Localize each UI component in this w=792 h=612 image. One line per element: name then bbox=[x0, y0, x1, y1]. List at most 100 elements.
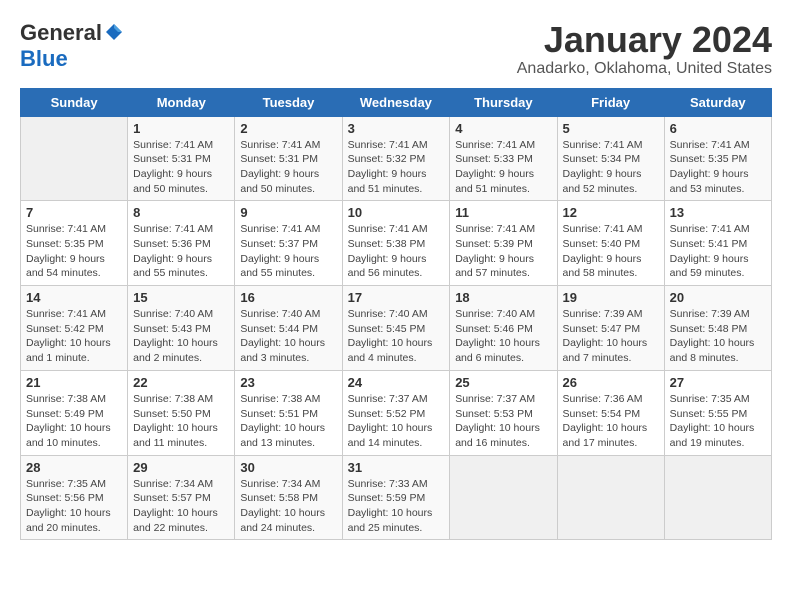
day-info: Sunrise: 7:41 AMSunset: 5:37 PMDaylight:… bbox=[240, 222, 336, 281]
day-info-line: Sunset: 5:46 PM bbox=[455, 322, 551, 337]
day-number: 14 bbox=[26, 290, 122, 305]
day-info-line: Daylight: 9 hours bbox=[563, 167, 659, 182]
day-info-line: Daylight: 10 hours bbox=[455, 421, 551, 436]
day-info-line: Daylight: 9 hours bbox=[563, 252, 659, 267]
day-number: 9 bbox=[240, 205, 336, 220]
logo-general: General bbox=[20, 20, 102, 46]
day-cell: 16 Sunrise: 7:40 AMSunset: 5:44 PMDayligh… bbox=[235, 286, 342, 371]
day-cell bbox=[21, 116, 128, 201]
day-cell: 28Sunrise: 7:35 AMSunset: 5:56 PMDayligh… bbox=[21, 455, 128, 540]
day-info-line: and 50 minutes. bbox=[133, 182, 229, 197]
day-info-line: Sunrise: 7:41 AM bbox=[563, 138, 659, 153]
day-info: Sunrise: 7:41 AMSunset: 5:40 PMDaylight:… bbox=[563, 222, 659, 281]
week-row-3: 14Sunrise: 7:41 AMSunset: 5:42 PMDayligh… bbox=[21, 286, 772, 371]
day-cell: 11Sunrise: 7:41 AMSunset: 5:39 PMDayligh… bbox=[450, 201, 557, 286]
day-info-line: Daylight: 9 hours bbox=[348, 252, 445, 267]
week-row-2: 7Sunrise: 7:41 AMSunset: 5:35 PMDaylight… bbox=[21, 201, 772, 286]
day-info: Sunrise: 7:41 AMSunset: 5:33 PMDaylight:… bbox=[455, 138, 551, 197]
day-info-line: Sunrise: 7:34 AM bbox=[240, 477, 336, 492]
day-info-line: Sunrise: 7:38 AM bbox=[240, 392, 336, 407]
day-info-line: Sunrise: 7:34 AM bbox=[133, 477, 229, 492]
day-info-line: and 1 minute. bbox=[26, 351, 122, 366]
day-number: 20 bbox=[670, 290, 766, 305]
day-info-line: and 16 minutes. bbox=[455, 436, 551, 451]
day-info-line: Daylight: 10 hours bbox=[348, 336, 445, 351]
day-number: 10 bbox=[348, 205, 445, 220]
col-header-tuesday: Tuesday bbox=[235, 88, 342, 116]
calendar-table: SundayMondayTuesdayWednesdayThursdayFrid… bbox=[20, 88, 772, 541]
day-info: Sunrise: 7:40 AMSunset: 5:44 PMDaylight:… bbox=[240, 307, 336, 366]
day-info: Sunrise: 7:41 AMSunset: 5:38 PMDaylight:… bbox=[348, 222, 445, 281]
day-cell: 8Sunrise: 7:41 AMSunset: 5:36 PMDaylight… bbox=[128, 201, 235, 286]
day-info-line: Daylight: 10 hours bbox=[563, 421, 659, 436]
week-row-1: 1Sunrise: 7:41 AMSunset: 5:31 PMDaylight… bbox=[21, 116, 772, 201]
day-number: 24 bbox=[348, 375, 445, 390]
day-info-line: and 55 minutes. bbox=[240, 266, 336, 281]
logo-blue: Blue bbox=[20, 46, 68, 72]
day-info-line: Daylight: 10 hours bbox=[348, 421, 445, 436]
day-info-line: Sunrise: 7:41 AM bbox=[348, 222, 445, 237]
day-info-line: Daylight: 9 hours bbox=[670, 252, 766, 267]
day-info-line: Daylight: 9 hours bbox=[348, 167, 445, 182]
day-info-line: Daylight: 10 hours bbox=[26, 421, 122, 436]
day-info-line: Sunrise: 7:39 AM bbox=[670, 307, 766, 322]
day-info-line: and 58 minutes. bbox=[563, 266, 659, 281]
day-info-line: Daylight: 10 hours bbox=[455, 336, 551, 351]
day-cell: 25Sunrise: 7:37 AMSunset: 5:53 PMDayligh… bbox=[450, 370, 557, 455]
title-area: January 2024 Anadarko, Oklahoma, United … bbox=[517, 20, 772, 78]
day-info-line: Daylight: 10 hours bbox=[133, 336, 229, 351]
day-info-line: Sunrise: 7:33 AM bbox=[348, 477, 445, 492]
day-cell: 30Sunrise: 7:34 AMSunset: 5:58 PMDayligh… bbox=[235, 455, 342, 540]
day-info: Sunrise: 7:33 AMSunset: 5:59 PMDaylight:… bbox=[348, 477, 445, 536]
day-info-line: Sunset: 5:33 PM bbox=[455, 152, 551, 167]
day-info-line: Sunset: 5:40 PM bbox=[563, 237, 659, 252]
day-info: Sunrise: 7:37 AMSunset: 5:52 PMDaylight:… bbox=[348, 392, 445, 451]
day-info-line: Daylight: 10 hours bbox=[348, 506, 445, 521]
day-number: 30 bbox=[240, 460, 336, 475]
day-info-line: Sunrise: 7:40 AM bbox=[240, 307, 336, 322]
day-info-line: Sunrise: 7:40 AM bbox=[133, 307, 229, 322]
day-info-line: Sunset: 5:53 PM bbox=[455, 407, 551, 422]
day-number: 5 bbox=[563, 121, 659, 136]
day-number: 16 bbox=[240, 290, 336, 305]
day-number: 31 bbox=[348, 460, 445, 475]
day-info-line: and 25 minutes. bbox=[348, 521, 445, 536]
day-info: Sunrise: 7:41 AMSunset: 5:35 PMDaylight:… bbox=[26, 222, 122, 281]
day-info-line: Sunset: 5:54 PM bbox=[563, 407, 659, 422]
day-info-line: Sunrise: 7:41 AM bbox=[26, 307, 122, 322]
day-number: 11 bbox=[455, 205, 551, 220]
day-info-line: Daylight: 10 hours bbox=[26, 336, 122, 351]
day-info-line: Sunrise: 7:41 AM bbox=[563, 222, 659, 237]
day-info-line: Sunset: 5:39 PM bbox=[455, 237, 551, 252]
day-info-line: Daylight: 10 hours bbox=[240, 336, 336, 351]
day-cell bbox=[664, 455, 771, 540]
day-info-line: Sunrise: 7:40 AM bbox=[348, 307, 445, 322]
day-info-line: and 54 minutes. bbox=[26, 266, 122, 281]
day-info-line: Sunset: 5:57 PM bbox=[133, 491, 229, 506]
day-cell: 3Sunrise: 7:41 AMSunset: 5:32 PMDaylight… bbox=[342, 116, 450, 201]
day-info-line: and 55 minutes. bbox=[133, 266, 229, 281]
day-cell: 6Sunrise: 7:41 AMSunset: 5:35 PMDaylight… bbox=[664, 116, 771, 201]
day-number: 1 bbox=[133, 121, 229, 136]
day-cell: 22Sunrise: 7:38 AMSunset: 5:50 PMDayligh… bbox=[128, 370, 235, 455]
day-info-line: and 24 minutes. bbox=[240, 521, 336, 536]
day-info-line: Sunset: 5:38 PM bbox=[348, 237, 445, 252]
calendar-body: 1Sunrise: 7:41 AMSunset: 5:31 PMDaylight… bbox=[21, 116, 772, 540]
day-info-line: Daylight: 10 hours bbox=[670, 336, 766, 351]
day-info-line: and 14 minutes. bbox=[348, 436, 445, 451]
day-info: Sunrise: 7:38 AMSunset: 5:50 PMDaylight:… bbox=[133, 392, 229, 451]
day-info-line: and 7 minutes. bbox=[563, 351, 659, 366]
day-info-line: Sunset: 5:35 PM bbox=[26, 237, 122, 252]
day-cell: 1Sunrise: 7:41 AMSunset: 5:31 PMDaylight… bbox=[128, 116, 235, 201]
day-cell: 24 Sunrise: 7:37 AMSunset: 5:52 PMDayligh… bbox=[342, 370, 450, 455]
day-cell: 12Sunrise: 7:41 AMSunset: 5:40 PMDayligh… bbox=[557, 201, 664, 286]
day-info-line: and 3 minutes. bbox=[240, 351, 336, 366]
day-info: Sunrise: 7:34 AMSunset: 5:57 PMDaylight:… bbox=[133, 477, 229, 536]
day-number: 23 bbox=[240, 375, 336, 390]
week-row-4: 21Sunrise: 7:38 AMSunset: 5:49 PMDayligh… bbox=[21, 370, 772, 455]
day-info-line: Sunset: 5:42 PM bbox=[26, 322, 122, 337]
day-number: 2 bbox=[240, 121, 336, 136]
day-info-line: Sunset: 5:44 PM bbox=[240, 322, 336, 337]
day-info-line: Sunrise: 7:41 AM bbox=[133, 138, 229, 153]
day-number: 19 bbox=[563, 290, 659, 305]
